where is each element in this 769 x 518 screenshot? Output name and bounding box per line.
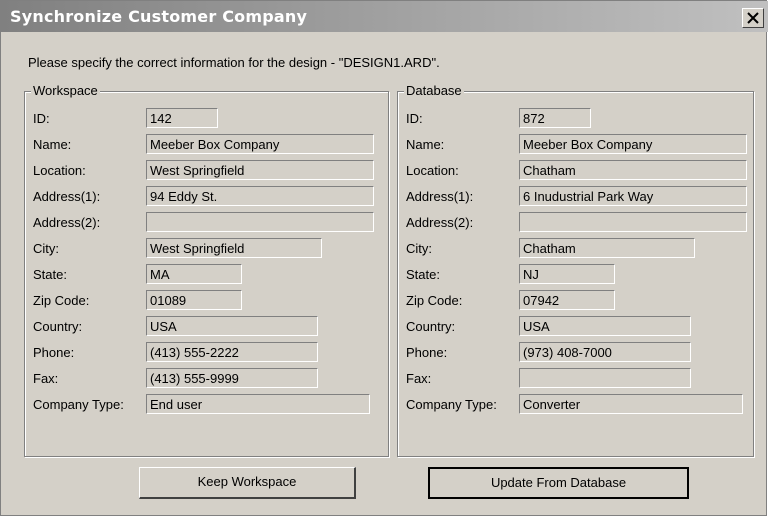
database-zip-field[interactable]: 07942: [519, 290, 615, 310]
database-address2-field[interactable]: [519, 212, 747, 232]
close-button[interactable]: [742, 8, 764, 28]
workspace-state-field[interactable]: MA: [146, 264, 242, 284]
workspace-city-field[interactable]: West Springfield: [146, 238, 322, 258]
workspace-location-field[interactable]: West Springfield: [146, 160, 374, 180]
database-location-field[interactable]: Chatham: [519, 160, 747, 180]
country-label: Country:: [33, 319, 83, 334]
address2-label: Address(2):: [33, 215, 101, 230]
city-label: City:: [406, 241, 432, 256]
update-from-database-button[interactable]: Update From Database: [428, 467, 689, 499]
state-label: State:: [33, 267, 67, 282]
close-icon: [747, 12, 759, 24]
database-company-type-field[interactable]: Converter: [519, 394, 743, 414]
company-type-label: Company Type:: [406, 397, 497, 412]
company-type-label: Company Type:: [33, 397, 124, 412]
dialog-title: Synchronize Customer Company: [10, 7, 308, 26]
address1-label: Address(1):: [406, 189, 474, 204]
database-legend: Database: [404, 83, 464, 98]
location-label: Location:: [33, 163, 86, 178]
workspace-address1-field[interactable]: 94 Eddy St.: [146, 186, 374, 206]
database-group: Database ID: 872 Name: Meeber Box Compan…: [397, 83, 754, 457]
phone-label: Phone:: [33, 345, 75, 360]
workspace-legend: Workspace: [31, 83, 100, 98]
workspace-phone-field[interactable]: (413) 555-2222: [146, 342, 318, 362]
workspace-zip-field[interactable]: 01089: [146, 290, 242, 310]
id-label: ID:: [33, 111, 50, 126]
workspace-address2-field[interactable]: [146, 212, 374, 232]
name-label: Name:: [406, 137, 445, 152]
id-label: ID:: [406, 111, 423, 126]
fax-label: Fax:: [33, 371, 59, 386]
title-bar[interactable]: Synchronize Customer Company: [1, 1, 768, 32]
database-state-field[interactable]: NJ: [519, 264, 615, 284]
dialog-window: Synchronize Customer Company Please spec…: [0, 0, 768, 516]
database-address1-field[interactable]: 6 Inudustrial Park Way: [519, 186, 747, 206]
database-fax-field[interactable]: [519, 368, 691, 388]
keep-workspace-button[interactable]: Keep Workspace: [139, 467, 356, 499]
workspace-name-field[interactable]: Meeber Box Company: [146, 134, 374, 154]
country-label: Country:: [406, 319, 456, 334]
state-label: State:: [406, 267, 440, 282]
location-label: Location:: [406, 163, 459, 178]
workspace-group: Workspace ID: 142 Name: Meeber Box Compa…: [24, 83, 389, 457]
database-country-field[interactable]: USA: [519, 316, 691, 336]
fax-label: Fax:: [406, 371, 432, 386]
workspace-fax-field[interactable]: (413) 555-9999: [146, 368, 318, 388]
address1-label: Address(1):: [33, 189, 101, 204]
zip-label: Zip Code:: [33, 293, 90, 308]
zip-label: Zip Code:: [406, 293, 463, 308]
name-label: Name:: [33, 137, 72, 152]
workspace-company-type-field[interactable]: End user: [146, 394, 370, 414]
database-phone-field[interactable]: (973) 408-7000: [519, 342, 691, 362]
instruction-text: Please specify the correct information f…: [28, 55, 440, 70]
database-name-field[interactable]: Meeber Box Company: [519, 134, 747, 154]
address2-label: Address(2):: [406, 215, 474, 230]
phone-label: Phone:: [406, 345, 448, 360]
workspace-country-field[interactable]: USA: [146, 316, 318, 336]
database-id-field[interactable]: 872: [519, 108, 591, 128]
workspace-id-field[interactable]: 142: [146, 108, 218, 128]
database-city-field[interactable]: Chatham: [519, 238, 695, 258]
city-label: City:: [33, 241, 59, 256]
